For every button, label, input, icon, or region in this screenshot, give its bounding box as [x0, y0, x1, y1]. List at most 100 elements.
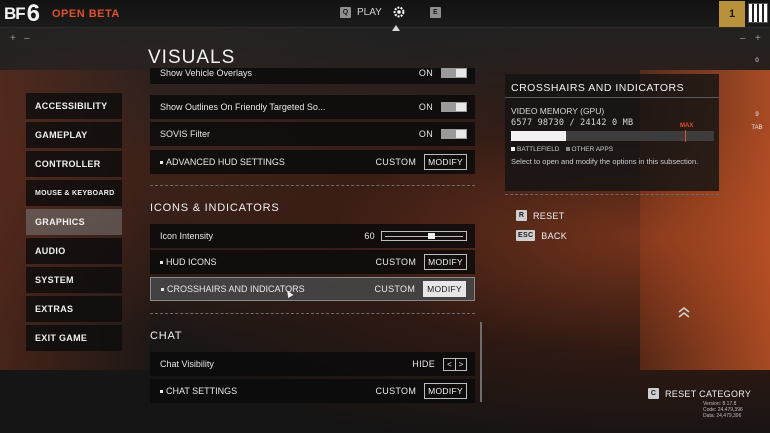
info-panel-description: Select to open and modify the options in…	[511, 157, 699, 166]
setting-value: ON	[418, 129, 433, 139]
section-heading-icons-indicators: ICONS & INDICATORS	[150, 202, 280, 214]
sidebar-item-extras[interactable]: EXTRAS	[26, 296, 122, 322]
setting-label: Chat Visibility	[160, 359, 214, 369]
logo-6: 6	[26, 0, 41, 27]
modify-button[interactable]: MODIFY	[424, 254, 467, 270]
sidebar-item-system[interactable]: SYSTEM	[26, 267, 122, 293]
slider-handle[interactable]	[428, 233, 436, 239]
sidebar-item-label: GAMEPLAY	[35, 130, 88, 140]
play-tab[interactable]: Q PLAY	[340, 6, 382, 18]
modify-button[interactable]: MODIFY	[424, 383, 467, 399]
setting-value: 60	[364, 231, 375, 241]
setting-row-icon-intensity[interactable]: Icon Intensity 60	[150, 224, 475, 248]
back-action[interactable]: ESC BACK	[516, 230, 567, 241]
sidebar-item-audio[interactable]: AUDIO	[26, 238, 122, 264]
setting-row-chat-visibility[interactable]: Chat Visibility HIDE < >	[150, 352, 475, 376]
reset-key-hint: R	[516, 210, 527, 221]
setting-label: Icon Intensity	[160, 231, 214, 241]
legend-battlefield-label: BATTLEFIELD	[517, 146, 560, 153]
hud-counter-mid: 9	[755, 112, 759, 118]
player-avatar[interactable]	[748, 3, 768, 23]
open-beta-label: OPEN BETA	[52, 8, 120, 20]
sidebar-item-exit-game[interactable]: EXIT GAME	[26, 325, 122, 351]
sidebar-item-label: CONTROLLER	[35, 159, 101, 169]
modify-button[interactable]: MODIFY	[424, 154, 467, 170]
sidebar-item-controller[interactable]: CONTROLLER	[26, 151, 122, 177]
corner-minus-icon: –	[24, 33, 30, 44]
setting-label: Show Outlines On Friendly Targeted So...	[160, 102, 326, 112]
reset-action[interactable]: R RESET	[516, 210, 565, 221]
corner-plus-icon: +	[10, 33, 16, 44]
info-panel-divider	[505, 194, 719, 195]
setting-label: SOVIS Filter	[160, 129, 211, 139]
section-heading-chat: CHAT	[150, 330, 183, 342]
legend-other-apps-swatch	[565, 147, 570, 152]
gear-icon[interactable]	[392, 5, 406, 19]
version-info: Version: 8.17.8 Code: 24,479,396 Data: 2…	[703, 401, 743, 419]
hud-tab-hint: TAB	[751, 125, 763, 131]
double-chevron-up-icon	[678, 306, 690, 318]
page-title: VISUALS	[148, 47, 236, 68]
video-memory-max-label: MAX	[680, 123, 694, 129]
corner-minus-icon: –	[740, 33, 746, 44]
toggle-switch[interactable]	[441, 129, 467, 139]
setting-row-hud-icons[interactable]: HUD ICONS CUSTOM MODIFY	[150, 250, 475, 274]
setting-value: CUSTOM	[374, 284, 416, 294]
sidebar-item-label: AUDIO	[35, 246, 66, 256]
next-option-icon[interactable]: >	[455, 358, 466, 370]
section-divider	[150, 313, 475, 314]
modify-button[interactable]: MODIFY	[423, 281, 466, 297]
reset-category-key-hint: C	[648, 388, 659, 399]
setting-row-chat-settings[interactable]: CHAT SETTINGS CUSTOM MODIFY	[150, 379, 475, 403]
subsection-bullet-icon	[160, 161, 163, 165]
subsection-bullet-icon	[160, 261, 163, 265]
sidebar-item-graphics[interactable]: GRAPHICS	[26, 209, 122, 235]
setting-value: ON	[418, 68, 433, 78]
icon-intensity-slider[interactable]	[381, 231, 467, 241]
info-panel-title: CROSSHAIRS AND INDICATORS	[511, 82, 685, 94]
setting-row-friendly-outlines[interactable]: Show Outlines On Friendly Targeted So...…	[150, 95, 475, 119]
video-memory-bar	[511, 131, 714, 141]
video-memory-max-marker	[685, 130, 686, 142]
list-scrollbar[interactable]	[480, 322, 482, 402]
play-key-hint: Q	[340, 6, 351, 18]
setting-row-advanced-hud[interactable]: ADVANCED HUD SETTINGS CUSTOM MODIFY	[150, 150, 475, 174]
back-key-hint: ESC	[516, 230, 536, 241]
top-nav: Q PLAY E	[340, 5, 441, 19]
option-stepper: < >	[443, 357, 467, 371]
back-label: BACK	[541, 230, 568, 241]
video-memory-label: VIDEO MEMORY (GPU)	[511, 106, 605, 116]
setting-row-crosshairs-indicators[interactable]: CROSSHAIRS AND INDICATORS CUSTOM MODIFY	[150, 277, 475, 301]
sidebar-item-mouse-keyboard[interactable]: MOUSE & KEYBOARD	[26, 180, 122, 206]
setting-label: Show Vehicle Overlays	[160, 68, 253, 78]
legend-other-apps-label: OTHER APPS	[571, 146, 614, 153]
reset-category-label: RESET CATEGORY	[665, 388, 752, 399]
sidebar-item-label: EXTRAS	[35, 304, 74, 314]
logo-bf: BF	[4, 4, 26, 23]
settings-category-menu: ACCESSIBILITY GAMEPLAY CONTROLLER MOUSE …	[26, 93, 122, 354]
next-tab-key-hint[interactable]: E	[429, 6, 441, 18]
toggle-switch[interactable]	[441, 102, 467, 112]
setting-value: CUSTOM	[375, 386, 417, 396]
setting-value: ON	[418, 102, 433, 112]
sidebar-item-label: ACCESSIBILITY	[35, 101, 108, 111]
setting-row-vehicle-overlays[interactable]: Show Vehicle Overlays ON	[150, 68, 475, 84]
corner-plus-icon: +	[755, 33, 761, 44]
toggle-switch[interactable]	[441, 68, 467, 78]
setting-label: ADVANCED HUD SETTINGS	[166, 157, 285, 167]
info-panel-divider	[505, 97, 719, 98]
sidebar-item-accessibility[interactable]: ACCESSIBILITY	[26, 93, 122, 119]
subsection-bullet-icon	[161, 288, 164, 292]
player-level-badge[interactable]: 1	[719, 1, 745, 27]
setting-row-sovis-filter[interactable]: SOVIS Filter ON	[150, 122, 475, 146]
top-bar: BF 6 OPEN BETA Q PLAY E 1	[0, 0, 770, 28]
previous-option-icon[interactable]: <	[444, 359, 455, 370]
reset-label: RESET	[533, 210, 565, 221]
subsection-bullet-icon	[160, 390, 163, 394]
video-memory-legend: BATTLEFIELD OTHER APPS	[511, 146, 613, 153]
setting-value: CUSTOM	[375, 257, 417, 267]
hud-counter-top: 0	[755, 58, 759, 64]
sidebar-item-gameplay[interactable]: GAMEPLAY	[26, 122, 122, 148]
active-tab-indicator	[392, 25, 400, 31]
reset-category-action[interactable]: C RESET CATEGORY	[648, 388, 751, 399]
